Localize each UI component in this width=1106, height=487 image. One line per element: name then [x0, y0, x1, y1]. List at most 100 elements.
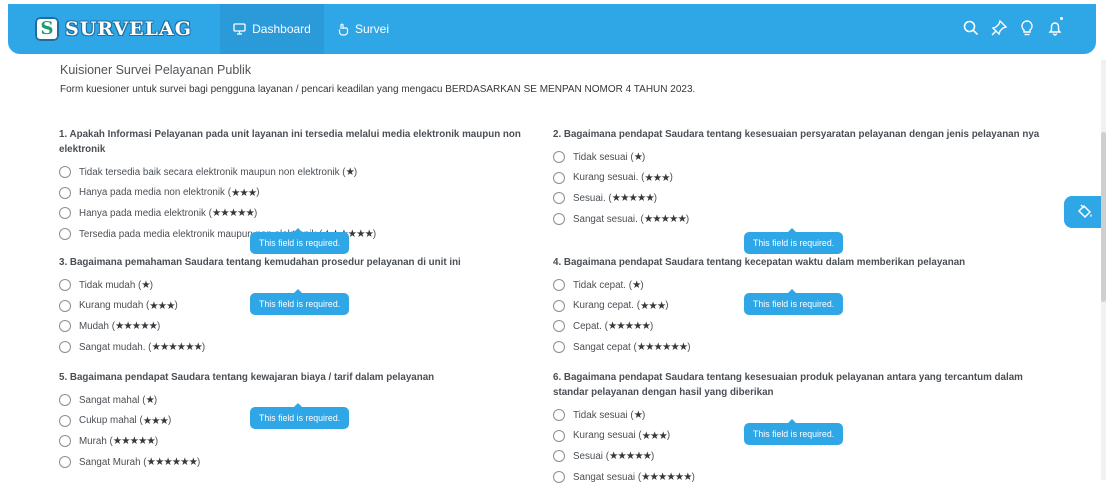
brand-name: SURVELAG [65, 18, 192, 40]
star-rating: ★ [145, 394, 154, 407]
radio-button[interactable] [553, 341, 565, 354]
required-tooltip: This field is required. [744, 419, 844, 445]
radio-button[interactable] [59, 320, 71, 333]
question-text: 1. Apakah Informasi Pelayanan pada unit … [59, 129, 521, 155]
radio-option[interactable]: Sangat sesuai (★★★★★★) [553, 467, 1043, 487]
star-rating: ★★★ [149, 299, 175, 312]
star-rating: ★★★ [641, 429, 668, 442]
theme-customizer-button[interactable] [1064, 196, 1106, 228]
radio-button[interactable] [59, 341, 71, 354]
star-rating: ★★★ [644, 171, 670, 184]
question-1: 1. Apakah Informasi Pelayanan pada unit … [59, 127, 549, 254]
question-3: 3. Bagaimana pemahaman Saudara tentang k… [59, 255, 549, 357]
radio-button[interactable] [59, 456, 71, 469]
radio-button[interactable] [553, 409, 565, 422]
survey-card: Kuisioner Survei Pelayanan Publik Form k… [36, 54, 1070, 486]
radio-button[interactable] [553, 279, 565, 292]
star-rating: ★ [345, 166, 354, 179]
question-text: 5. Bagaimana pendapat Saudara tentang ke… [59, 372, 435, 383]
radio-button[interactable] [553, 151, 565, 164]
question-text: 4. Bagaimana pendapat Saudara tentang ke… [553, 257, 966, 268]
scrollbar-thumb[interactable] [1101, 132, 1106, 302]
radio-option[interactable]: Hanya pada media non elektronik (★★★) [59, 183, 549, 204]
bell-icon[interactable] [1046, 17, 1064, 37]
question-text: 6. Bagaimana pendapat Saudara tentang ke… [553, 372, 1023, 398]
required-tooltip: This field is required. [744, 228, 844, 254]
radio-button[interactable] [59, 394, 71, 407]
star-rating: ★★★ [142, 414, 169, 427]
radio-option[interactable]: Murah (★★★★★) [59, 431, 549, 452]
star-rating: ★★★★★★ [151, 341, 202, 354]
radio-option[interactable]: Sangat sesuai. (★★★★★) [553, 209, 1043, 230]
star-rating: ★ [633, 409, 643, 422]
question-text: 2. Bagaimana pendapat Saudara tentang ke… [553, 129, 1040, 140]
radio-button[interactable] [59, 299, 71, 312]
hand-icon [338, 23, 349, 36]
radio-button[interactable] [59, 166, 71, 179]
radio-button[interactable] [59, 228, 71, 241]
star-rating: ★★★★★ [608, 450, 652, 463]
radio-button[interactable] [553, 429, 565, 442]
star-rating: ★★★★★ [112, 435, 156, 448]
radio-button[interactable] [553, 320, 565, 333]
required-tooltip: This field is required. [744, 289, 844, 315]
radio-button[interactable] [59, 279, 71, 292]
radio-option[interactable]: Hanya pada media elektronik (★★★★★) [59, 203, 549, 224]
nav-survei[interactable]: Survei [330, 4, 396, 54]
question-2: 2. Bagaimana pendapat Saudara tentang ke… [553, 127, 1043, 254]
nav-icon-group [962, 17, 1064, 37]
star-rating: ★★★★★ [607, 320, 651, 333]
required-tooltip: This field is required. [250, 228, 350, 254]
radio-option[interactable]: Mudah (★★★★★) [59, 316, 549, 337]
radio-option[interactable]: Sesuai (★★★★★) [553, 446, 1043, 467]
paint-bucket-icon [1077, 204, 1092, 219]
star-rating: ★★★★★ [114, 320, 158, 333]
radio-button[interactable] [59, 414, 71, 427]
bulb-icon[interactable] [1018, 19, 1036, 37]
question-5: 5. Bagaimana pendapat Saudara tentang ke… [59, 370, 549, 472]
radio-option[interactable]: Sangat mudah. (★★★★★★) [59, 337, 549, 358]
radio-option[interactable]: Cepat. (★★★★★) [553, 316, 1043, 337]
notification-dot [1060, 17, 1063, 20]
radio-button[interactable] [553, 471, 565, 484]
radio-button[interactable] [59, 186, 71, 199]
star-rating: ★★★★★★ [146, 456, 198, 469]
star-rating: ★ [141, 279, 150, 292]
question-6: 6. Bagaimana pendapat Saudara tentang ke… [553, 370, 1043, 487]
brand-logo: S [35, 17, 59, 41]
question-4: 4. Bagaimana pendapat Saudara tentang ke… [553, 255, 1043, 357]
star-rating: ★ [632, 279, 641, 292]
radio-option[interactable]: Sangat cepat (★★★★★★) [553, 337, 1043, 358]
radio-button[interactable] [553, 213, 565, 226]
star-rating: ★★★★★ [643, 213, 687, 226]
form-description: Form kuesioner untuk survei bagi penggun… [60, 84, 696, 95]
top-navbar: S SURVELAG Dashboard Survei [8, 4, 1096, 54]
radio-button[interactable] [553, 299, 565, 312]
radio-option[interactable]: Sesuai. (★★★★★) [553, 188, 1043, 209]
star-rating: ★★★★★ [211, 207, 255, 220]
radio-button[interactable] [553, 171, 565, 184]
radio-option[interactable]: Tidak tersedia baik secara elektronik ma… [59, 162, 549, 183]
radio-button[interactable] [59, 207, 71, 220]
radio-option[interactable]: Tidak sesuai (★) [553, 147, 1043, 168]
nav-dashboard-label: Dashboard [252, 22, 311, 36]
star-rating: ★★★★★ [611, 192, 655, 205]
page-scrollbar[interactable] [1101, 60, 1106, 480]
nav-survei-label: Survei [354, 22, 389, 36]
star-rating: ★ [633, 151, 643, 164]
pin-icon[interactable] [990, 19, 1008, 37]
nav-dashboard[interactable]: Dashboard [220, 4, 324, 54]
monitor-icon [233, 23, 246, 35]
question-text: 3. Bagaimana pemahaman Saudara tentang k… [59, 257, 461, 268]
required-tooltip: This field is required. [250, 403, 350, 429]
search-icon[interactable] [962, 19, 980, 37]
star-rating: ★★★★★★ [636, 341, 688, 354]
radio-button[interactable] [553, 450, 565, 463]
brand[interactable]: S SURVELAG [35, 16, 192, 42]
radio-option[interactable]: Sangat Murah (★★★★★★) [59, 452, 549, 473]
radio-option[interactable]: Kurang sesuai. (★★★) [553, 168, 1043, 189]
star-rating: ★★★★★★ [641, 471, 692, 484]
radio-button[interactable] [59, 435, 71, 448]
radio-button[interactable] [553, 192, 565, 205]
required-tooltip: This field is required. [250, 289, 350, 315]
